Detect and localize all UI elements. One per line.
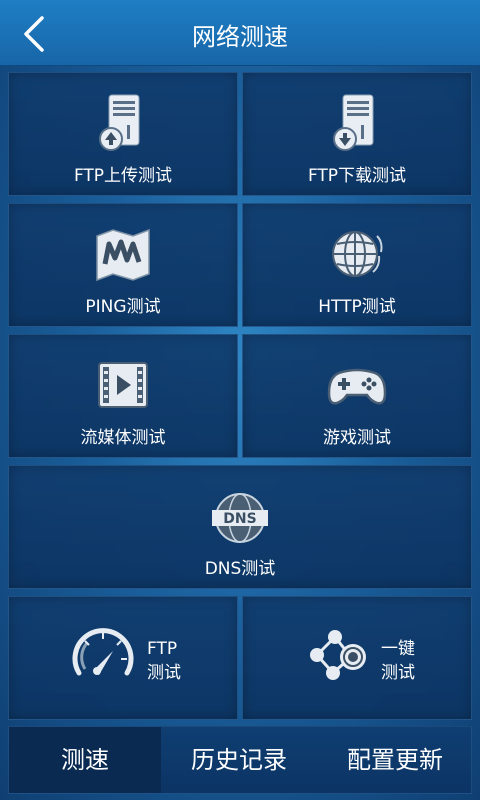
server-upload-icon — [99, 94, 140, 151]
page-title: 网络测速 — [192, 23, 288, 51]
test-grid: FTP上传测试 FTP下载测试 PING测试 HTTP测试 流媒体测试 游戏测试… — [0, 66, 480, 726]
svg-text:DNS: DNS — [223, 511, 256, 527]
ftp-download-test-tile[interactable]: FTP下载测试 — [242, 72, 472, 196]
bottom-tab-bar: 测速 历史记录 配置更新 — [8, 726, 472, 794]
tile-label: FTP下载测试 — [307, 166, 407, 186]
one-click-test-tile[interactable]: 一键 测试 — [242, 596, 472, 720]
ftp-test-label: FTP 测试 — [147, 637, 181, 685]
dns-test-tile[interactable]: DNS DNS测试 — [8, 465, 472, 589]
tile-label: 流媒体测试 — [80, 428, 166, 448]
http-test-tile[interactable]: HTTP测试 — [242, 203, 472, 327]
streaming-test-tile[interactable]: 流媒体测试 — [8, 334, 238, 458]
one-click-test-label: 一键 测试 — [381, 637, 415, 685]
ping-test-tile[interactable]: PING测试 — [8, 203, 238, 327]
label-line: 测试 — [147, 663, 181, 683]
server-download-icon — [333, 94, 374, 151]
game-test-tile[interactable]: 游戏测试 — [242, 334, 472, 458]
video-play-icon — [98, 362, 148, 408]
label-line: 测试 — [381, 663, 415, 683]
share-network-icon — [310, 630, 366, 680]
label-line: 一键 — [381, 639, 415, 659]
tile-label: 游戏测试 — [323, 428, 391, 448]
tab-config-update[interactable]: 配置更新 — [317, 727, 473, 793]
ftp-test-tile[interactable]: FTP 测试 — [8, 596, 238, 720]
tile-label: PING测试 — [85, 297, 161, 317]
tab-history[interactable]: 历史记录 — [161, 727, 317, 793]
globe-icon — [332, 231, 383, 277]
tab-speed-test[interactable]: 测速 — [9, 727, 161, 793]
tile-label: DNS测试 — [204, 559, 276, 579]
dns-globe-icon: DNS — [212, 493, 268, 543]
top-bar: 网络测速 — [0, 0, 480, 66]
speedometer-icon — [72, 628, 134, 676]
map-icon — [96, 228, 150, 282]
label-line: FTP — [147, 639, 178, 659]
ftp-upload-test-tile[interactable]: FTP上传测试 — [8, 72, 238, 196]
tile-label: HTTP测试 — [318, 297, 396, 317]
gamepad-icon — [327, 368, 387, 405]
tile-label: FTP上传测试 — [73, 166, 173, 186]
